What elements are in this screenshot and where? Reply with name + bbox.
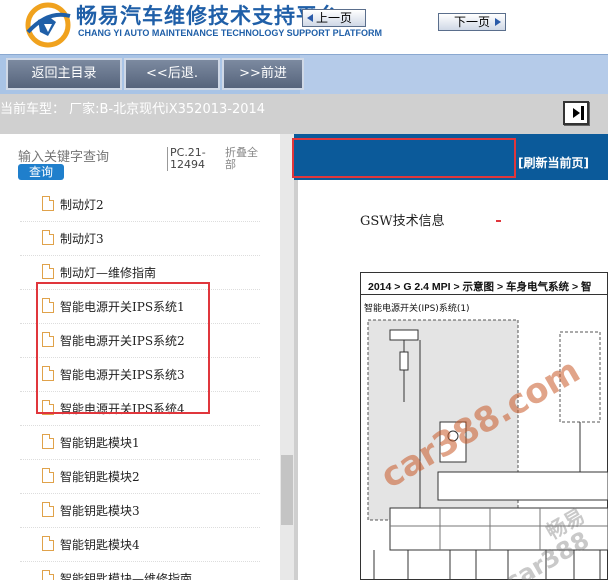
prev-page-label: 上一页 bbox=[315, 11, 352, 25]
nav-bar: 返回主目录 <<后退. >>前进 bbox=[0, 54, 608, 95]
document-heading: GSW技术信息 bbox=[360, 214, 445, 229]
tree-item[interactable]: 智能钥匙模块2 bbox=[20, 460, 260, 494]
back-button[interactable]: <<后退. bbox=[124, 58, 220, 90]
tree-item-label: 智能钥匙模块2 bbox=[60, 470, 140, 484]
expand-panel-button[interactable] bbox=[563, 101, 589, 125]
tree-item-label: 制动灯—维修指南 bbox=[60, 266, 157, 280]
play-icon bbox=[573, 108, 580, 118]
tree-item-label: 制动灯2 bbox=[60, 198, 104, 212]
app-subtitle: CHANG YI AUTO MAINTENANCE TECHNOLOGY SUP… bbox=[78, 28, 383, 38]
document-icon bbox=[42, 570, 54, 580]
document-icon bbox=[42, 230, 54, 245]
tree-item[interactable]: 制动灯2 bbox=[20, 188, 260, 222]
tree-item-label: 智能钥匙模块3 bbox=[60, 504, 140, 518]
tree-item[interactable]: 智能钥匙模块1 bbox=[20, 426, 260, 460]
document-code: PC.21-12494 bbox=[167, 147, 215, 171]
arrow-right-icon bbox=[495, 18, 501, 26]
home-button[interactable]: 返回主目录 bbox=[6, 58, 122, 90]
bar-icon bbox=[581, 106, 584, 120]
prev-page-button[interactable]: 上一页 bbox=[302, 9, 366, 27]
document-icon bbox=[42, 196, 54, 211]
diagram-breadcrumb: 2014 > G 2.4 MPI > 示意图 > 车身电气系统 > 智 bbox=[368, 281, 592, 293]
tree-item-label: 制动灯3 bbox=[60, 232, 104, 246]
current-vehicle-label: 当前车型： 厂家:B-北京现代iX352013-2014 bbox=[0, 102, 266, 117]
tree-item-label: 智能钥匙模块4 bbox=[60, 538, 140, 552]
tree-item[interactable]: 智能钥匙模块4 bbox=[20, 528, 260, 562]
tree-item[interactable]: 智能钥匙模块—维修指南 bbox=[20, 562, 260, 580]
tree-item[interactable]: 制动灯3 bbox=[20, 222, 260, 256]
app-title: 畅易汽车维修技术支持平台 bbox=[76, 4, 340, 28]
tree-item[interactable]: 智能钥匙模块3 bbox=[20, 494, 260, 528]
diagram-divider bbox=[360, 294, 608, 295]
document-icon bbox=[42, 264, 54, 279]
search-area: 查询 PC.21-12494 折叠全部 bbox=[0, 134, 280, 188]
next-page-label: 下一页 bbox=[453, 15, 490, 29]
forward-button[interactable]: >>前进 bbox=[222, 58, 304, 90]
tree-item-label: 智能钥匙模块1 bbox=[60, 436, 140, 450]
tree-item-label: 智能钥匙模块—维修指南 bbox=[60, 572, 193, 580]
document-icon bbox=[42, 502, 54, 517]
brand-logo-icon bbox=[25, 2, 71, 48]
left-scrollbar-thumb[interactable] bbox=[281, 455, 293, 525]
nav-bar-right bbox=[300, 55, 608, 95]
document-icon bbox=[42, 468, 54, 483]
highlight-box-tree bbox=[36, 282, 210, 414]
document-icon bbox=[42, 536, 54, 551]
collapse-all-link[interactable]: 折叠全部 bbox=[225, 147, 265, 171]
arrow-left-icon bbox=[307, 14, 313, 22]
refresh-page-link[interactable]: [刷新当前页] bbox=[518, 154, 589, 171]
highlight-box-pager bbox=[292, 138, 516, 178]
vehicle-bar: 当前车型： 厂家:B-北京现代iX352013-2014 bbox=[0, 94, 608, 134]
red-marker bbox=[496, 220, 501, 222]
search-button[interactable]: 查询 bbox=[18, 164, 64, 180]
next-page-button[interactable]: 下一页 bbox=[438, 13, 506, 31]
document-icon bbox=[42, 434, 54, 449]
